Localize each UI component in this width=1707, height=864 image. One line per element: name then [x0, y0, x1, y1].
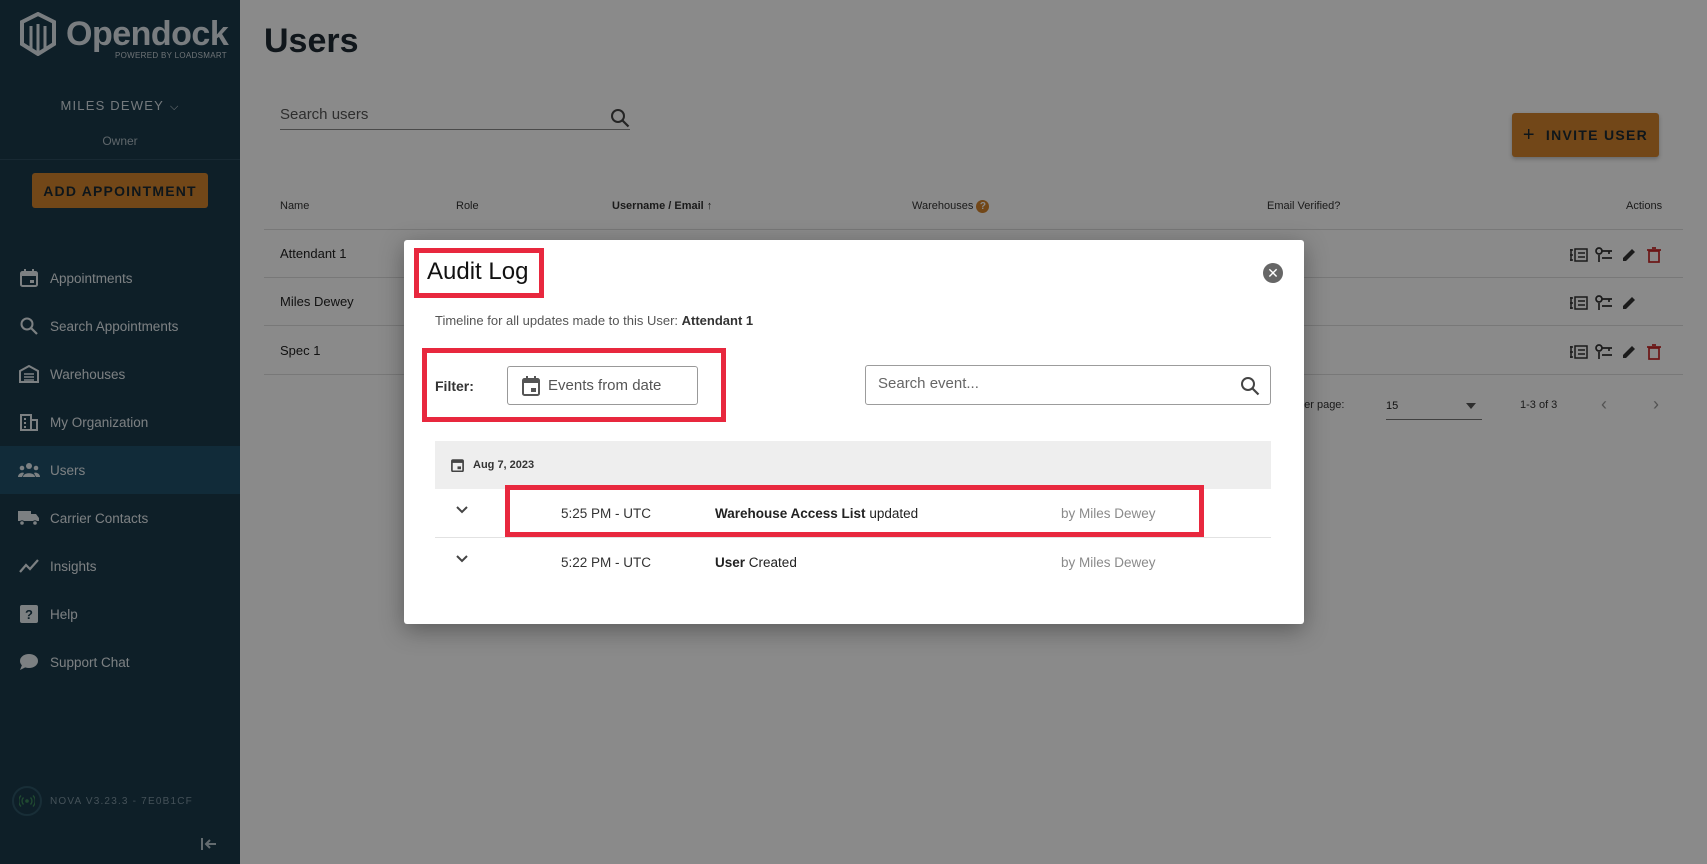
date-group-header: Aug 7, 2023 — [435, 441, 1271, 489]
close-icon[interactable]: ✕ — [1263, 263, 1283, 283]
event-description: User Created — [715, 555, 797, 570]
date-group-label: Aug 7, 2023 — [473, 459, 535, 471]
chevron-down-icon[interactable] — [455, 554, 469, 564]
audit-event-row[interactable]: 5:22 PM - UTC User Created by Miles Dewe… — [435, 538, 1271, 587]
chevron-down-icon[interactable] — [455, 505, 469, 515]
calendar-icon — [451, 459, 464, 472]
dialog-title: Audit Log — [427, 258, 529, 285]
subtitle-prefix: Timeline for all updates made to this Us… — [435, 313, 679, 328]
search-event-field[interactable] — [865, 365, 1271, 405]
audit-log-dialog: Audit Log ✕ Timeline for all updates mad… — [404, 240, 1304, 624]
event-entity: Warehouse Access List — [715, 506, 866, 521]
event-description: Warehouse Access List updated — [715, 506, 918, 521]
event-time: 5:25 PM - UTC — [561, 506, 652, 521]
event-action: Created — [748, 555, 797, 570]
event-author: by Miles Dewey — [1061, 506, 1156, 521]
event-action: updated — [869, 506, 919, 521]
calendar-icon — [522, 375, 540, 396]
audit-event-row[interactable]: 5:25 PM - UTC Warehouse Access List upda… — [435, 489, 1271, 538]
dialog-subtitle: Timeline for all updates made to this Us… — [435, 313, 753, 328]
subtitle-target: Attendant 1 — [681, 313, 754, 328]
filter-label: Filter: — [435, 378, 474, 394]
event-author: by Miles Dewey — [1061, 555, 1156, 570]
events-from-date-picker[interactable]: Events from date — [507, 366, 698, 405]
search-event-input[interactable] — [878, 375, 1218, 392]
date-placeholder: Events from date — [548, 377, 662, 394]
event-time: 5:22 PM - UTC — [561, 555, 652, 570]
search-icon[interactable] — [1240, 376, 1260, 396]
event-entity: User — [715, 555, 746, 570]
